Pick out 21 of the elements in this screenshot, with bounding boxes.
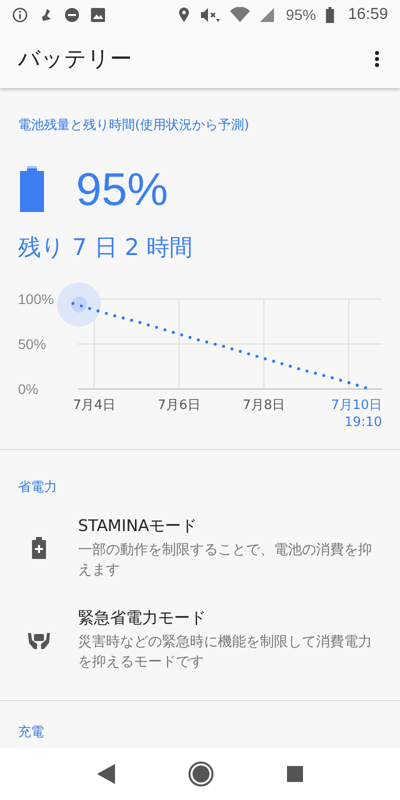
setting-summary: 一部の動作を制限することで、電池の消費を抑えます (78, 541, 373, 580)
axis-label: 100% (18, 291, 54, 307)
setting-title: STAMINAモード (78, 516, 198, 537)
remaining-time: 残り 7 日 2 時間 (17, 234, 194, 263)
setting-item[interactable]: 緊急省電力モード 災害時などの緊急時に機能を制限して消費電力を抑えるモードです (0, 588, 400, 680)
setting-title: 緊急省電力モード (78, 608, 207, 630)
page-title: バッテリー (18, 46, 132, 74)
clock: 16:59 (348, 6, 388, 24)
axis-label: 7月10日 19:10 (331, 398, 382, 429)
battery-percentage: 95% (76, 162, 168, 216)
axis-label: 7月6日 (158, 398, 200, 413)
battery-percentage: 95% (286, 6, 316, 24)
section-title: 充電 (17, 724, 45, 742)
section-title: 省電力 (17, 479, 58, 496)
axis-label: 7月8日 (242, 398, 286, 413)
setting-summary: 災害時などの緊急時に機能を制限して消費電力を抑えるモードです (78, 633, 373, 672)
axis-label: 50% (18, 336, 46, 352)
axis-label: 7月4日 (72, 398, 116, 413)
axis-label: 0% (18, 381, 38, 397)
setting-item[interactable]: STAMINAモード 一部の動作を制限することで、電池の消費を抑えます (0, 496, 400, 588)
section-title: 電池残量と残り時間(使用状況から予測) (17, 117, 250, 134)
